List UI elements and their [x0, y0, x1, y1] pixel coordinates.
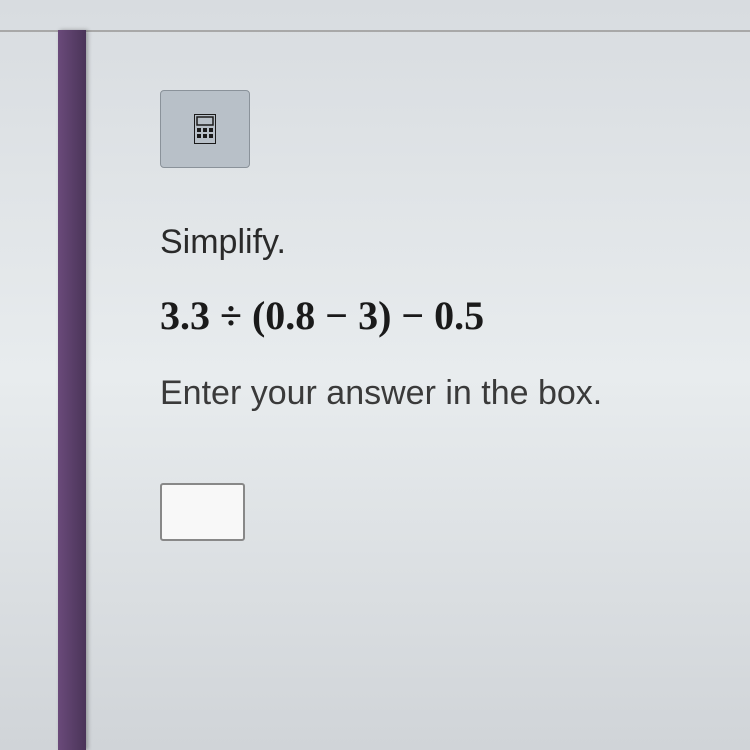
- math-expression: 3.3 ÷ (0.8 − 3) − 0.5: [160, 292, 710, 339]
- question-panel: Simplify. 3.3 ÷ (0.8 − 3) − 0.5 Enter yo…: [160, 90, 710, 541]
- calculator-button[interactable]: [160, 90, 250, 168]
- top-divider: [0, 30, 750, 32]
- answer-input[interactable]: [160, 483, 245, 541]
- instruction-text: Simplify.: [160, 223, 710, 262]
- calculator-icon: [194, 114, 216, 144]
- answer-prompt: Enter your answer in the box.: [160, 374, 710, 413]
- sidebar-accent: [58, 30, 86, 750]
